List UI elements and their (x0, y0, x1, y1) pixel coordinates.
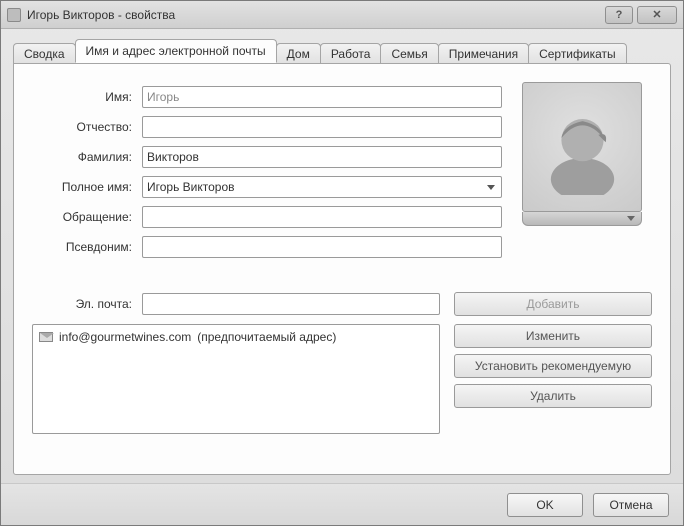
email-address: info@gourmetwines.com (59, 330, 191, 344)
full-name-combo[interactable]: Игорь Викторов (142, 176, 502, 198)
middle-name-input[interactable] (142, 116, 502, 138)
photo-dropdown-handle[interactable] (522, 212, 642, 226)
avatar-placeholder-icon (540, 100, 625, 195)
edit-email-button[interactable]: Изменить (454, 324, 652, 348)
name-form-area: Имя: Отчество: Фамилия: Полное имя: (32, 82, 652, 262)
tab-work[interactable]: Работа (320, 43, 382, 64)
full-name-value: Игорь Викторов (147, 180, 235, 194)
name-fields: Имя: Отчество: Фамилия: Полное имя: (32, 82, 502, 262)
ok-button[interactable]: OK (507, 493, 583, 517)
properties-window: Игорь Викторов - свойства ? ✕ Сводка Имя… (0, 0, 684, 526)
chevron-down-icon (483, 179, 499, 195)
email-side-buttons: Изменить Установить рекомендуемую Удалит… (454, 324, 652, 434)
email-list-item[interactable]: info@gourmetwines.com (предпочитаемый ад… (37, 329, 435, 345)
last-name-label: Фамилия: (32, 150, 142, 164)
salutation-label: Обращение: (32, 210, 142, 224)
tab-notes[interactable]: Примечания (438, 43, 529, 64)
client-area: Сводка Имя и адрес электронной почты Дом… (1, 29, 683, 483)
email-suffix: (предпочитаемый адрес) (197, 330, 336, 344)
dialog-footer: OK Отмена (1, 483, 683, 525)
cancel-button[interactable]: Отмена (593, 493, 669, 517)
set-default-email-button[interactable]: Установить рекомендуемую (454, 354, 652, 378)
nickname-label: Псевдоним: (32, 240, 142, 254)
photo-frame[interactable] (522, 82, 642, 212)
app-icon (7, 8, 21, 22)
salutation-input[interactable] (142, 206, 502, 228)
close-button[interactable]: ✕ (637, 6, 677, 24)
middle-name-label: Отчество: (32, 120, 142, 134)
full-name-label: Полное имя: (32, 180, 142, 194)
tab-name-email[interactable]: Имя и адрес электронной почты (75, 39, 277, 63)
titlebar: Игорь Викторов - свойства ? ✕ (1, 1, 683, 29)
email-label: Эл. почта: (32, 297, 142, 311)
help-button[interactable]: ? (605, 6, 633, 24)
contact-photo (522, 82, 652, 262)
tab-home[interactable]: Дом (276, 43, 321, 64)
delete-email-button[interactable]: Удалить (454, 384, 652, 408)
nickname-input[interactable] (142, 236, 502, 258)
tab-family[interactable]: Семья (380, 43, 438, 64)
add-email-button[interactable]: Добавить (454, 292, 652, 316)
tabstrip: Сводка Имя и адрес электронной почты Дом… (13, 39, 671, 63)
mail-icon (39, 332, 53, 342)
tab-certs[interactable]: Сертификаты (528, 43, 627, 64)
first-name-label: Имя: (32, 90, 142, 104)
email-listbox[interactable]: info@gourmetwines.com (предпочитаемый ад… (32, 324, 440, 434)
email-input[interactable] (142, 293, 440, 315)
last-name-input[interactable] (142, 146, 502, 168)
tab-summary[interactable]: Сводка (13, 43, 76, 64)
window-title: Игорь Викторов - свойства (27, 8, 601, 22)
tab-page: Имя: Отчество: Фамилия: Полное имя: (13, 63, 671, 475)
email-section: Эл. почта: Добавить info@gourmetwines.co… (32, 290, 652, 434)
first-name-input[interactable] (142, 86, 502, 108)
